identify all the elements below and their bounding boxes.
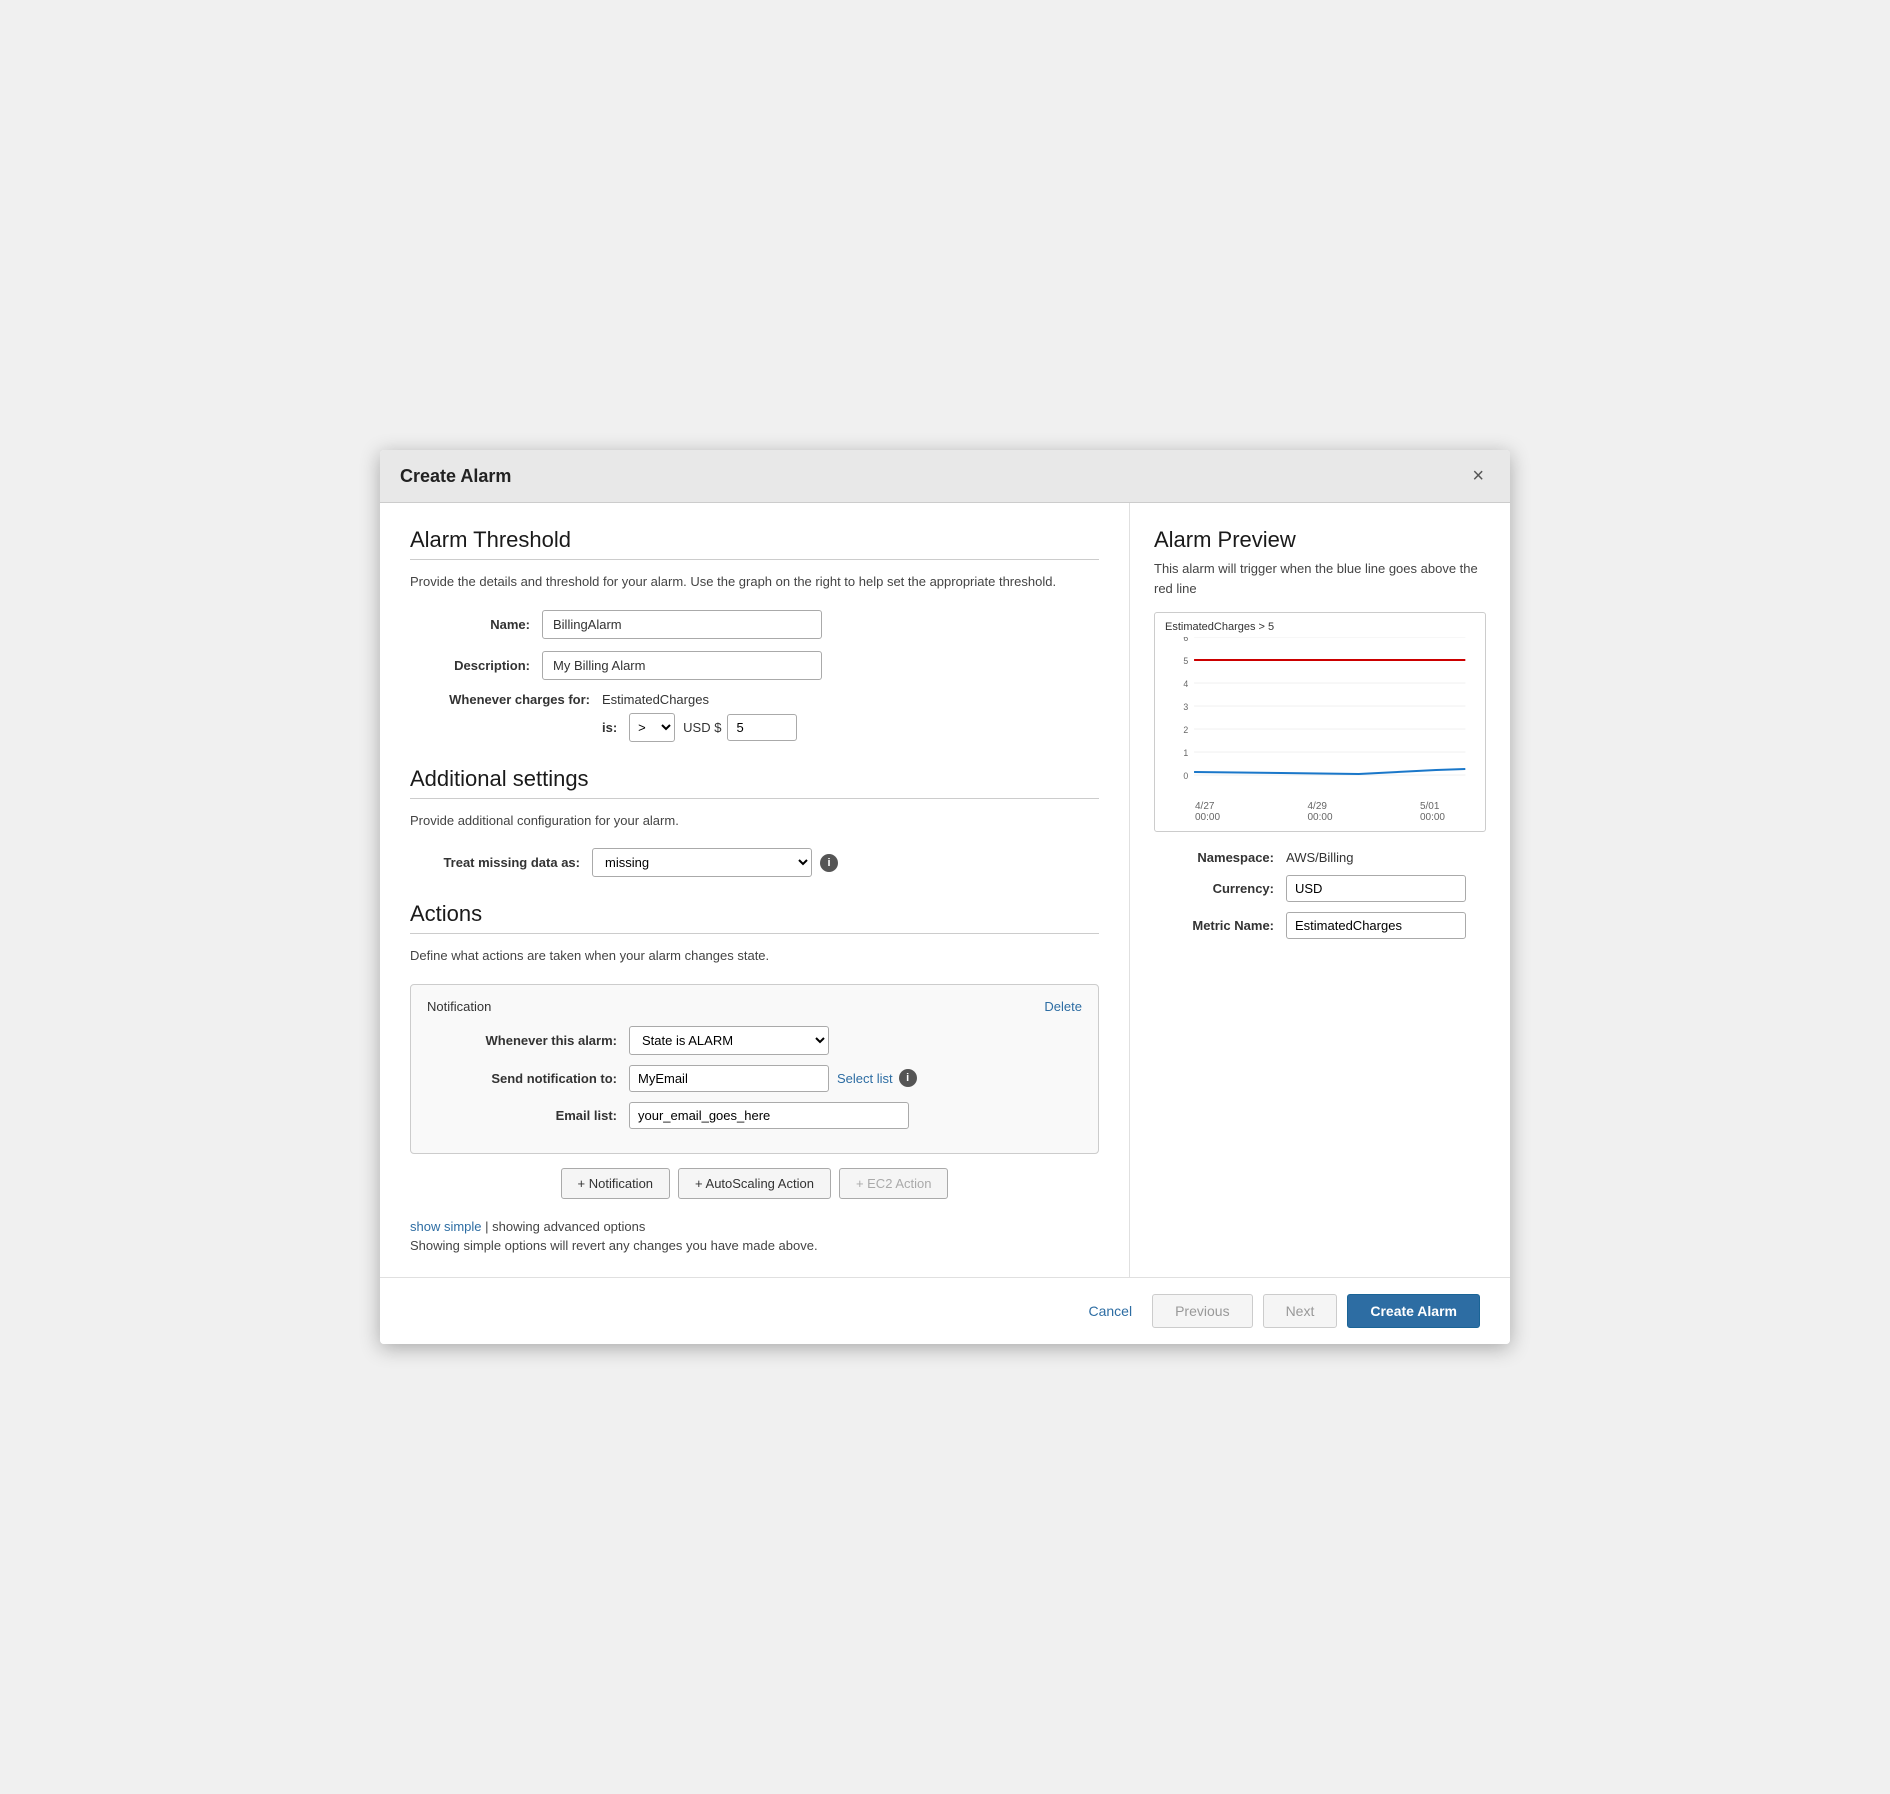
actions-title: Actions bbox=[410, 901, 1099, 927]
delete-button[interactable]: Delete bbox=[1044, 999, 1082, 1014]
name-input[interactable] bbox=[542, 610, 822, 639]
svg-text:5: 5 bbox=[1183, 656, 1188, 666]
is-row: is: > >= < <= USD $ bbox=[602, 713, 1099, 742]
notification-header: Notification Delete bbox=[427, 999, 1082, 1014]
send-notif-input[interactable] bbox=[629, 1065, 829, 1092]
alarm-preview-desc: This alarm will trigger when the blue li… bbox=[1154, 559, 1486, 598]
whenever-charges-row: Whenever charges for: EstimatedCharges bbox=[410, 692, 1099, 707]
show-simple-status: showing advanced options bbox=[492, 1219, 645, 1234]
add-ec2-button[interactable]: + EC2 Action bbox=[839, 1168, 949, 1199]
left-panel: Alarm Threshold Provide the details and … bbox=[380, 503, 1130, 1277]
name-row: Name: bbox=[410, 610, 1099, 639]
svg-text:1: 1 bbox=[1183, 748, 1188, 758]
create-alarm-button[interactable]: Create Alarm bbox=[1347, 1294, 1480, 1328]
usd-label: USD $ bbox=[683, 720, 721, 735]
svg-text:3: 3 bbox=[1183, 702, 1188, 712]
is-label: is: bbox=[602, 720, 617, 735]
missing-data-row: Treat missing data as: missing notBreach… bbox=[410, 848, 1099, 877]
chart-dates: 4/2700:00 4/2900:00 5/0100:00 bbox=[1165, 801, 1475, 823]
name-label: Name: bbox=[410, 617, 530, 632]
comparator-select[interactable]: > >= < <= bbox=[629, 713, 675, 742]
chart-label: EstimatedCharges > 5 bbox=[1165, 621, 1475, 633]
add-autoscaling-button[interactable]: + AutoScaling Action bbox=[678, 1168, 831, 1199]
cancel-button[interactable]: Cancel bbox=[1079, 1297, 1143, 1325]
alarm-chart: EstimatedCharges > 5 6 5 4 bbox=[1154, 612, 1486, 832]
dialog-footer: Cancel Previous Next Create Alarm bbox=[380, 1277, 1510, 1344]
alarm-threshold-title: Alarm Threshold bbox=[410, 527, 1099, 553]
whenever-alarm-label: Whenever this alarm: bbox=[427, 1033, 617, 1048]
description-label: Description: bbox=[410, 658, 530, 673]
next-button: Next bbox=[1263, 1294, 1338, 1328]
threshold-input[interactable] bbox=[727, 714, 797, 741]
notification-box: Notification Delete Whenever this alarm:… bbox=[410, 984, 1099, 1154]
missing-data-select[interactable]: missing notBreaching breaching ignore bbox=[592, 848, 812, 877]
notification-title: Notification bbox=[427, 999, 491, 1014]
dialog-header: Create Alarm × bbox=[380, 450, 1510, 503]
metric-name-input[interactable] bbox=[1286, 912, 1466, 939]
description-input[interactable] bbox=[542, 651, 822, 680]
send-notif-row: Send notification to: Select list i bbox=[427, 1065, 1082, 1092]
alarm-state-row: Whenever this alarm: State is ALARM Stat… bbox=[427, 1026, 1082, 1055]
alarm-state-select[interactable]: State is ALARM State is OK State is INSU… bbox=[629, 1026, 829, 1055]
whenever-value: EstimatedCharges bbox=[602, 692, 709, 707]
additional-settings-title: Additional settings bbox=[410, 766, 1099, 792]
currency-label: Currency: bbox=[1154, 881, 1274, 896]
show-simple-link[interactable]: show simple bbox=[410, 1219, 482, 1234]
chart-area: 6 5 4 3 2 1 0 bbox=[1165, 637, 1475, 797]
chart-date-3: 5/0100:00 bbox=[1420, 801, 1445, 823]
alarm-preview-title: Alarm Preview bbox=[1154, 527, 1486, 553]
currency-input[interactable] bbox=[1286, 875, 1466, 902]
actions-section: Actions Define what actions are taken wh… bbox=[410, 901, 1099, 1199]
previous-button: Previous bbox=[1152, 1294, 1252, 1328]
svg-text:0: 0 bbox=[1183, 771, 1188, 781]
chart-date-1: 4/2700:00 bbox=[1195, 801, 1220, 823]
close-button[interactable]: × bbox=[1466, 464, 1490, 488]
missing-data-label: Treat missing data as: bbox=[410, 855, 580, 870]
svg-text:4: 4 bbox=[1183, 679, 1188, 689]
additional-settings-desc: Provide additional configuration for you… bbox=[410, 811, 1099, 831]
svg-text:6: 6 bbox=[1183, 637, 1188, 643]
chart-date-2: 4/2900:00 bbox=[1307, 801, 1332, 823]
right-panel: Alarm Preview This alarm will trigger wh… bbox=[1130, 503, 1510, 1277]
metric-name-row: Metric Name: bbox=[1154, 912, 1486, 939]
notif-info-icon: i bbox=[899, 1069, 917, 1087]
show-simple-row: show simple | showing advanced options S… bbox=[410, 1219, 1099, 1253]
dialog-body: Alarm Threshold Provide the details and … bbox=[380, 503, 1510, 1277]
description-row: Description: bbox=[410, 651, 1099, 680]
missing-data-info-icon: i bbox=[820, 854, 838, 872]
email-list-label: Email list: bbox=[427, 1108, 617, 1123]
email-list-row: Email list: bbox=[427, 1102, 1082, 1129]
metric-name-label: Metric Name: bbox=[1154, 918, 1274, 933]
show-simple-note: Showing simple options will revert any c… bbox=[410, 1238, 1099, 1253]
namespace-value: AWS/Billing bbox=[1286, 850, 1353, 865]
add-notification-button[interactable]: + Notification bbox=[561, 1168, 671, 1199]
email-list-input[interactable] bbox=[629, 1102, 909, 1129]
alarm-threshold-desc: Provide the details and threshold for yo… bbox=[410, 572, 1099, 592]
dialog-title: Create Alarm bbox=[400, 466, 511, 487]
chart-svg: 6 5 4 3 2 1 0 bbox=[1165, 637, 1475, 797]
svg-text:2: 2 bbox=[1183, 725, 1188, 735]
currency-row: Currency: bbox=[1154, 875, 1486, 902]
namespace-row: Namespace: AWS/Billing bbox=[1154, 850, 1486, 865]
additional-settings-section: Additional settings Provide additional c… bbox=[410, 766, 1099, 878]
actions-desc: Define what actions are taken when your … bbox=[410, 946, 1099, 966]
select-list-link[interactable]: Select list bbox=[837, 1071, 893, 1086]
send-notif-label: Send notification to: bbox=[427, 1071, 617, 1086]
namespace-label: Namespace: bbox=[1154, 850, 1274, 865]
action-buttons-row: + Notification + AutoScaling Action + EC… bbox=[410, 1168, 1099, 1199]
create-alarm-dialog: Create Alarm × Alarm Threshold Provide t… bbox=[380, 450, 1510, 1344]
whenever-label: Whenever charges for: bbox=[410, 692, 590, 707]
